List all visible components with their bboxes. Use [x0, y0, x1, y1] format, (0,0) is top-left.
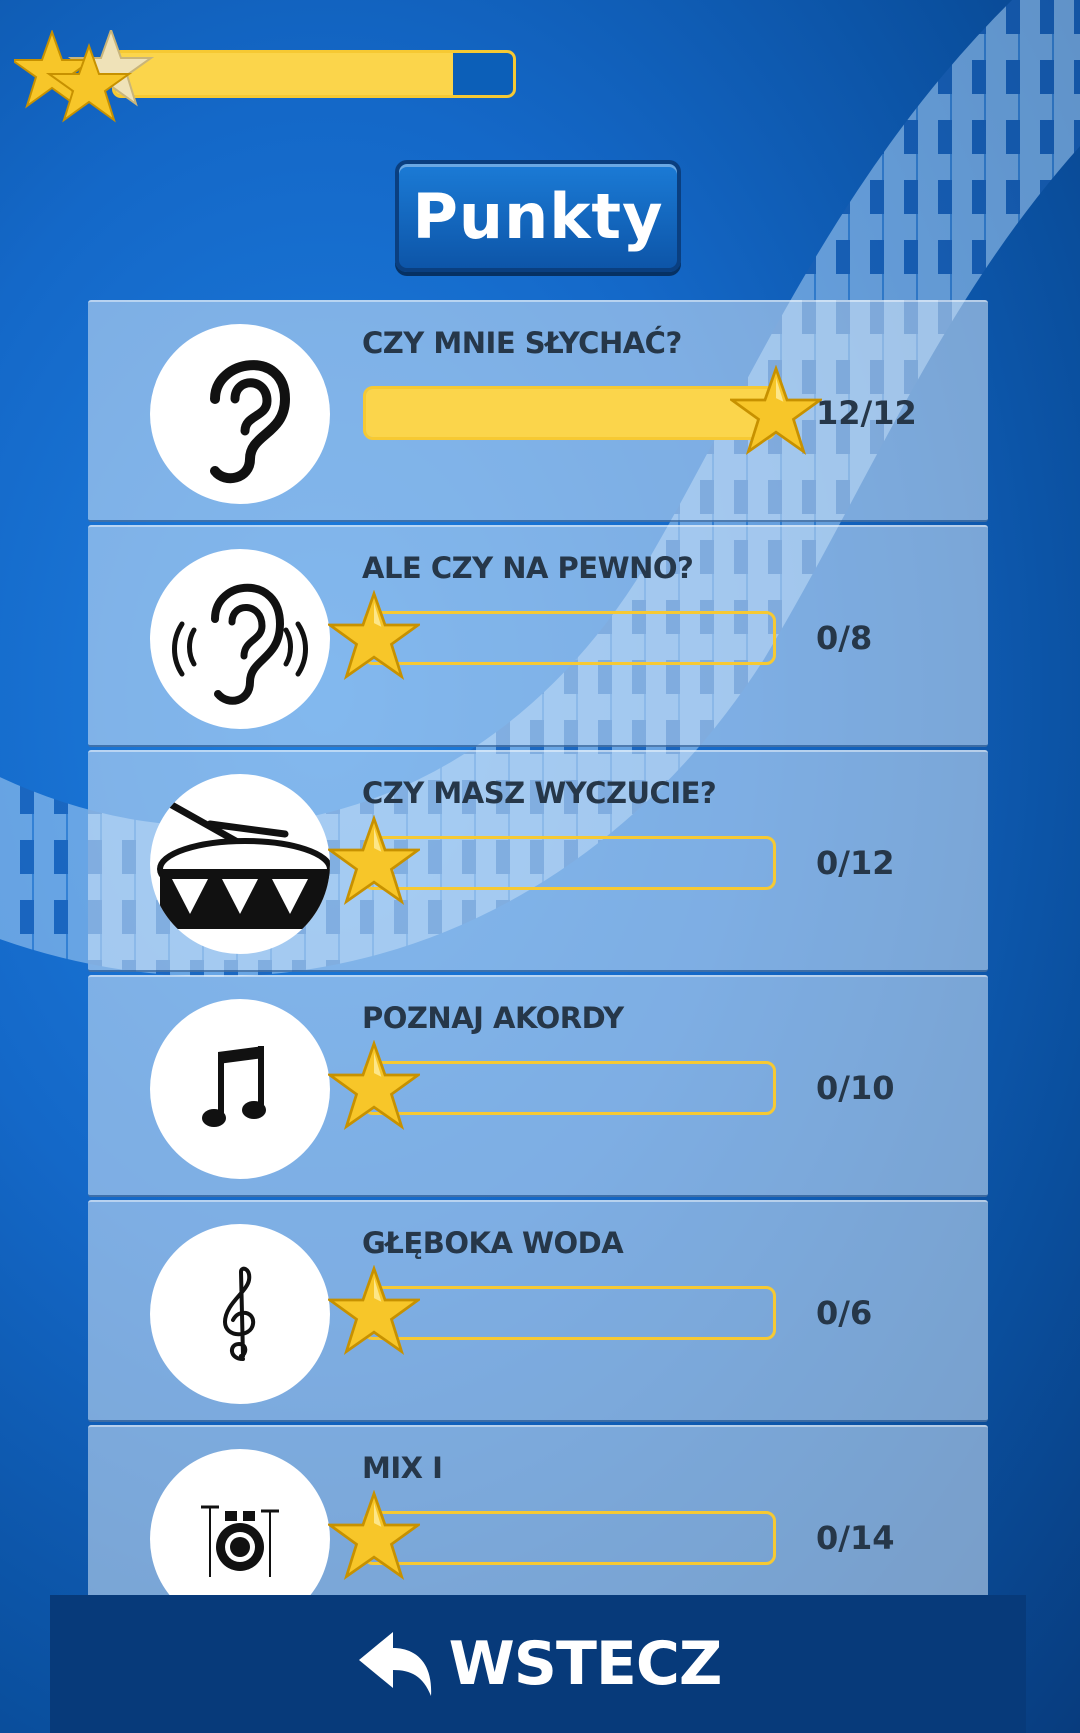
level-title: ALE CZY NA PEWNO? [362, 551, 694, 585]
drum-icon [150, 774, 330, 954]
level-progress-bar [363, 1511, 776, 1565]
level-row[interactable]: CZY MNIE SŁYCHAĆ? 12/12 [88, 300, 988, 522]
level-score: 0/10 [816, 1069, 895, 1107]
star-icon [727, 364, 825, 457]
page-title: Punkty [412, 179, 664, 253]
title-panel: Punkty [395, 160, 681, 272]
listening-ear-icon [150, 549, 330, 729]
level-progress-fill [366, 389, 773, 437]
level-progress-bar [363, 836, 776, 890]
star-icon [325, 814, 423, 907]
level-title: CZY MNIE SŁYCHAĆ? [362, 326, 682, 360]
level-row[interactable]: ALE CZY NA PEWNO? 0/8 [88, 525, 988, 747]
level-progress-bar [363, 386, 776, 440]
star-icon [325, 1264, 423, 1357]
drum-kit-icon [150, 1449, 330, 1595]
level-row[interactable]: GŁĘBOKA WODA 0/6 [88, 1200, 988, 1422]
level-row[interactable]: MIX I 0/14 [88, 1425, 988, 1595]
level-score: 0/14 [816, 1519, 895, 1557]
star-icon [325, 1489, 423, 1582]
level-progress-bar [363, 1061, 776, 1115]
level-score: 0/12 [816, 844, 895, 882]
star-icon [325, 1039, 423, 1132]
level-list[interactable]: CZY MNIE SŁYCHAĆ? 12/12 ALE CZY NA PEWNO? 0… [88, 300, 988, 1595]
overall-progress-fill [115, 53, 454, 95]
level-title: GŁĘBOKA WODA [362, 1226, 624, 1260]
back-button[interactable]: WSTECZ [355, 1628, 722, 1700]
back-arrow-icon [358, 1632, 431, 1696]
level-title: MIX I [362, 1451, 443, 1485]
level-score: 0/8 [816, 619, 873, 657]
level-progress-bar [363, 1286, 776, 1340]
level-score: 0/6 [816, 1294, 873, 1332]
level-progress-bar [363, 611, 776, 665]
level-row[interactable]: CZY MASZ WYCZUCIE? 0/12 [88, 750, 988, 972]
music-notes-icon [150, 999, 330, 1179]
level-row[interactable]: POZNAJ AKORDY 0/10 [88, 975, 988, 1197]
ear-icon [150, 324, 330, 504]
level-title: POZNAJ AKORDY [362, 1001, 624, 1035]
star-icon [325, 589, 423, 682]
bottom-bar: WSTECZ [50, 1595, 1026, 1733]
back-button-label: WSTECZ [448, 1629, 723, 1699]
treble-clef-icon [150, 1224, 330, 1404]
level-score: 12/12 [816, 394, 917, 432]
level-title: CZY MASZ WYCZUCIE? [362, 776, 717, 810]
overall-progress-bar [112, 50, 516, 98]
overall-stars [14, 30, 155, 123]
